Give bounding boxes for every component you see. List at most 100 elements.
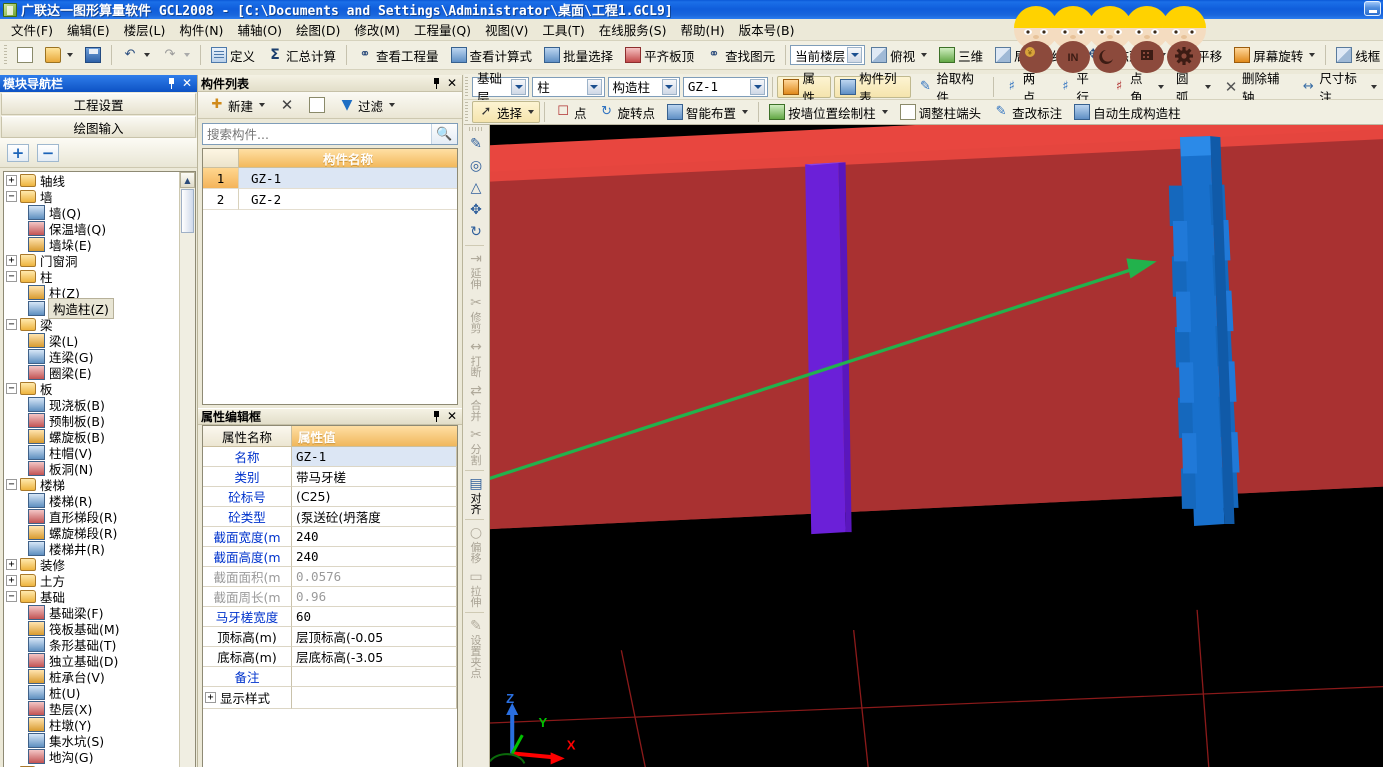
vtool-align[interactable]: ▤ 对齐 (465, 473, 488, 517)
tree-item-垫层(X)[interactable]: 垫层(X) (4, 700, 179, 717)
undo-button[interactable]: ↶ (116, 43, 156, 67)
menu-modify[interactable]: 修改(M) (347, 18, 407, 41)
tree-item-板洞(N)[interactable]: 板洞(N) (4, 460, 179, 477)
menu-auxaxis[interactable]: 辅轴(O) (230, 18, 289, 41)
redo-button[interactable]: ↷ (156, 43, 196, 67)
menu-help[interactable]: 帮助(H) (673, 18, 731, 41)
tree-item-地沟(G)[interactable]: 地沟(G) (4, 748, 179, 765)
floor-level-select[interactable]: 基础层 (472, 71, 530, 105)
chevron-down-icon[interactable] (661, 78, 677, 95)
modify-vertical-toolbar[interactable]: ✎ ◎ △ ✥ ↻ ⇥ 延伸 ✂ 修剪 ↔ 打断 ⇄ 合并 ✂ 分割 ▤ 对齐 ○ 偏移 ▭ 拉伸 ✎ 设置夹点 (463, 125, 490, 767)
toolbar-grip[interactable] (4, 45, 7, 65)
menu-file[interactable]: 文件(F) (4, 18, 60, 41)
expander-icon[interactable]: + (6, 174, 17, 186)
drawing-canvas[interactable]: Z X Y (490, 125, 1383, 767)
view-quantity-button[interactable]: ⚭ 查看工程量 (351, 43, 445, 67)
toolbar-grip[interactable] (465, 102, 468, 122)
table-row[interactable]: 2 GZ-2 (203, 189, 457, 210)
new-component-button[interactable]: ✚ 新建 (203, 93, 271, 117)
expander-icon[interactable]: − (6, 382, 17, 394)
menu-quantity[interactable]: 工程量(Q) (407, 18, 478, 41)
partial-3d-button[interactable]: 局部三维 (989, 43, 1070, 67)
property-row[interactable]: 类别 带马牙槎 (203, 467, 457, 487)
vtool-mirror[interactable]: △ (465, 177, 488, 199)
property-row[interactable]: 马牙槎宽度 60 (203, 607, 457, 627)
search-input[interactable] (203, 124, 431, 144)
expander-icon[interactable]: + (205, 692, 216, 703)
property-value-cell[interactable]: (泵送砼(坍落度 (292, 507, 457, 527)
expander-icon[interactable]: − (6, 318, 17, 330)
expander-icon[interactable]: + (6, 574, 17, 586)
chevron-down-icon[interactable] (586, 78, 602, 95)
menu-floor[interactable]: 楼层(L) (117, 18, 173, 41)
property-row[interactable]: 砼类型 (泵送砼(坍落度 (203, 507, 457, 527)
expander-icon[interactable]: − (6, 190, 17, 202)
property-value-cell[interactable]: 0.0576 (292, 567, 457, 587)
tree-item-构造柱(Z)[interactable]: 构造柱(Z) (4, 297, 179, 319)
arc-button[interactable]: 圆弧 (1170, 71, 1217, 105)
property-value-cell[interactable]: 层底标高(-3.05 (292, 647, 457, 667)
copy-component-button[interactable] (303, 93, 331, 117)
property-row[interactable]: 截面周长(m 0.96 (203, 587, 457, 607)
three-d-button[interactable]: 三维 (933, 43, 989, 67)
component-tree[interactable]: + 轴线 − 墙墙(Q) 保温墙(Q) 墙垛(E) + 门窗洞 − 柱柱(Z) 构造柱(Z) − 梁梁(… (3, 171, 196, 767)
category-select[interactable]: 柱 (532, 76, 605, 97)
scroll-up-icon[interactable]: ▲ (180, 172, 195, 188)
two-point-button[interactable]: ♯ 两点 (998, 71, 1052, 105)
draw-toolbar[interactable]: ➚ 选择 ☐ 点 ↻ 旋转点 智能布置 按墙位置绘制柱 调整柱端头 ✎ 查改标注… (464, 100, 1383, 125)
property-value-cell[interactable]: 带马牙槎 (292, 467, 457, 487)
vtool-move[interactable]: ✥ (465, 199, 488, 221)
vtool-grip[interactable] (469, 127, 483, 131)
vtool-rotate[interactable]: ↻ (465, 221, 488, 243)
property-row[interactable]: 顶标高(m) 层顶标高(-0.05 (203, 627, 457, 647)
properties-toggle[interactable]: 属性 (777, 71, 832, 105)
property-row[interactable]: 备注 (203, 667, 457, 687)
tree-item-墙垛(E)[interactable]: 墙垛(E) (4, 236, 179, 253)
screen-rotate-button[interactable]: 屏幕旋转 (1228, 43, 1321, 67)
new-button[interactable] (11, 43, 39, 67)
save-button[interactable] (79, 43, 107, 67)
property-value-cell[interactable]: 层顶标高(-0.05 (292, 627, 457, 647)
point-angle-button[interactable]: ♯ 点角 (1105, 71, 1170, 105)
window-controls[interactable] (1364, 1, 1381, 16)
nav-tab-project-settings[interactable]: 工程设置 (1, 93, 196, 115)
vtool-offset-copy[interactable]: ◎ (465, 155, 488, 177)
chevron-down-icon[interactable] (511, 78, 527, 95)
smart-layout-button[interactable]: 智能布置 (661, 100, 754, 124)
component-grid[interactable]: 构件名称 1 GZ-1 2 GZ-2 (202, 148, 458, 405)
property-row-display-style[interactable]: + 显示样式 (203, 687, 457, 709)
main-toolbar[interactable]: ↶ ↷ 定义 Σ 汇总计算 ⚭ 查看工程量 查看计算式 批量选择 平齐板顶 ⚭ … (0, 41, 1383, 70)
tree-folder-轴线[interactable]: + 轴线 (4, 172, 179, 189)
delete-auxaxis-button[interactable]: ✕ 删除辅轴 (1217, 71, 1294, 105)
pan-button[interactable]: 平移 (1172, 43, 1228, 67)
menu-component[interactable]: 构件(N) (172, 18, 230, 41)
menu-edit[interactable]: 编辑(E) (60, 18, 117, 41)
property-value-cell[interactable] (292, 687, 457, 709)
tree-item-圈梁(E)[interactable]: 圈梁(E) (4, 364, 179, 381)
property-row[interactable]: 砼标号 (C25) (203, 487, 457, 507)
property-row[interactable]: 截面面积(m 0.0576 (203, 567, 457, 587)
search-component-box[interactable]: 🔍 (202, 123, 458, 145)
expand-all-button[interactable]: + (7, 143, 29, 162)
context-toolbar[interactable]: 基础层 柱 构造柱 GZ-1 属性 构件列表 ✎ 拾取构件 ♯ 两点 ♯ 平行 … (464, 71, 1383, 105)
expander-icon[interactable]: − (6, 478, 17, 490)
menu-draw[interactable]: 绘图(D) (289, 18, 347, 41)
edit-annotation-button[interactable]: ✎ 查改标注 (987, 100, 1068, 124)
search-button[interactable]: 🔍 (431, 124, 457, 144)
define-button[interactable]: 定义 (205, 43, 261, 67)
delete-component-button[interactable]: ✕ (273, 93, 301, 117)
toolbar-grip[interactable] (465, 76, 468, 97)
component-list-toggle[interactable]: 构件列表 (834, 71, 912, 105)
property-table[interactable]: 属性名称 属性值 名称 GZ-1 类别 带马牙槎 砼标号 (C25) 砼类型 (泵送砼(坍落度… (202, 425, 458, 767)
property-row[interactable]: 截面宽度(m 240 (203, 527, 457, 547)
auto-generate-column-button[interactable]: 自动生成构造柱 (1068, 100, 1187, 124)
summary-calc-button[interactable]: Σ 汇总计算 (261, 43, 342, 67)
model-3d-view[interactable]: Z X Y (490, 125, 1383, 767)
property-value-cell[interactable]: 0.96 (292, 587, 457, 607)
property-row[interactable]: 底标高(m) 层底标高(-3.05 (203, 647, 457, 667)
table-row[interactable]: 1 GZ-1 (203, 168, 457, 189)
tree-folder-墙[interactable]: − 墙 (4, 188, 179, 205)
point-button[interactable]: ☐ 点 (549, 100, 593, 124)
pin-icon[interactable] (432, 411, 441, 422)
menu-bar[interactable]: 文件(F) 编辑(E) 楼层(L) 构件(N) 辅轴(O) 绘图(D) 修改(M… (0, 19, 1383, 41)
